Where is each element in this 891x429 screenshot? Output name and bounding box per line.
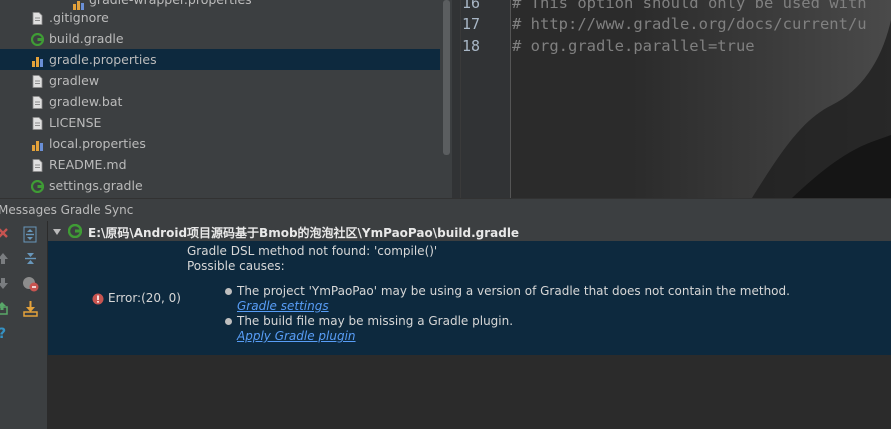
cause-text: The build file may be missing a Gradle p… [237,314,514,328]
tree-item-settings-gradle[interactable]: settings.gradle [0,175,440,196]
tree-item-label: gradlew [49,73,100,88]
code-line[interactable]: # org.gradle.parallel=true [512,37,755,55]
message-file-path: E:\原码\Android项目源码基于Bmob的泡泡社区\YmPaoPao\bu… [88,226,520,240]
line-number: 18 [461,37,480,55]
project-tree: gradle-wrapper.properties .gitignore bui… [0,0,452,198]
possible-causes-label: Possible causes: [187,259,285,273]
text-file-icon [31,116,44,130]
tree-item-gradlew-bat[interactable]: gradlew.bat [0,91,440,112]
collapse-all-icon[interactable] [22,250,42,270]
text-file-icon [31,95,44,109]
messages-list: E:\原码\Android项目源码基于Bmob的泡泡社区\YmPaoPao\bu… [48,221,891,429]
line-number: 17 [461,15,480,33]
tree-item-gradle-properties[interactable]: gradle.properties [0,49,440,70]
messages-panel-header: Messages Gradle Sync [0,198,891,221]
text-file-icon [31,74,44,88]
messages-left-toolbar: ? [0,221,14,429]
line-number: 16 [461,0,480,12]
code-line[interactable]: # http://www.gradle.org/docs/current/u [512,15,867,33]
messages-toolbar [14,221,48,429]
error-message: Gradle DSL method not found: 'compile()' [187,244,438,258]
tree-item-label: gradlew.bat [49,94,123,109]
bullet-icon [225,318,232,325]
error-location: Error:(20, 0) [108,291,181,305]
properties-file-icon [31,137,44,151]
tree-item-label: README.md [49,157,127,172]
error-icon [92,293,104,308]
expand-all-icon[interactable] [22,226,42,246]
message-file-node[interactable]: E:\原码\Android项目源码基于Bmob的泡泡社区\YmPaoPao\bu… [48,221,891,241]
tree-item-label: .gitignore [49,10,109,25]
gradle-icon [67,223,83,241]
cause-text: The project 'YmPaoPao' may be using a ve… [237,284,790,298]
tree-item-label: build.gradle [49,31,124,46]
tree-item-readme[interactable]: README.md [0,154,440,175]
tree-item-label: local.properties [49,136,146,151]
svg-text:?: ? [0,326,6,341]
text-file-icon [31,11,44,25]
filter-errors-icon[interactable] [22,275,42,295]
tree-item-local-properties[interactable]: local.properties [0,133,440,154]
code-editor[interactable]: 16 17 18 # This option should only be us… [452,0,891,198]
chevron-down-icon[interactable] [52,226,62,240]
tree-item-label: LICENSE [49,115,102,130]
properties-file-icon [31,53,44,67]
error-message-node[interactable]: Error:(20, 0) Gradle DSL method not foun… [48,241,891,355]
tree-item-label: settings.gradle [49,178,143,193]
bullet-icon [225,288,232,295]
apply-gradle-plugin-link[interactable]: Apply Gradle plugin [237,329,356,343]
gradle-settings-link[interactable]: Gradle settings [237,299,329,313]
code-line[interactable]: # This option should only be used with [512,0,867,12]
text-file-icon [31,158,44,172]
tree-item-gradlew[interactable]: gradlew [0,70,440,91]
tree-item-build-gradle[interactable]: build.gradle [0,28,440,49]
gradle-icon [30,179,45,194]
tree-item-label: gradle.properties [49,52,157,67]
tree-item-license[interactable]: LICENSE [0,112,440,133]
gradle-icon [30,32,45,47]
tree-item-gitignore[interactable]: .gitignore [0,7,440,28]
messages-panel-title: Messages Gradle Sync [0,203,134,217]
tree-scrollbar-thumb[interactable] [443,0,450,155]
download-icon[interactable] [22,300,42,320]
